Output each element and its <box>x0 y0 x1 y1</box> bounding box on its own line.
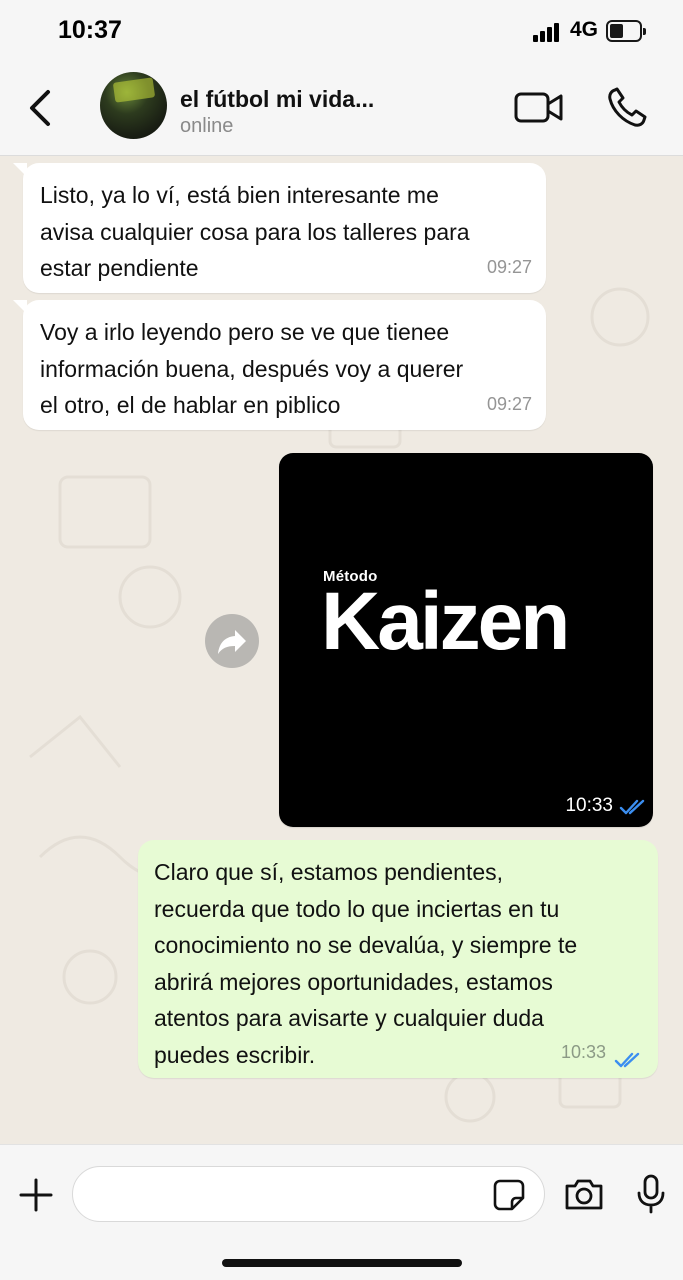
home-indicator <box>222 1259 462 1267</box>
incoming-message[interactable]: Voy a irlo leyendo pero se ve que tienee… <box>13 300 546 430</box>
cellular-signal-icon <box>533 22 563 42</box>
forward-button[interactable] <box>205 614 259 668</box>
camera-button[interactable] <box>563 1176 605 1212</box>
message-time: 10:33 <box>565 795 613 816</box>
video-call-button[interactable] <box>513 88 565 128</box>
back-button[interactable] <box>22 84 62 132</box>
message-input[interactable] <box>72 1166 545 1222</box>
voice-call-button[interactable] <box>605 86 649 130</box>
microphone-icon <box>637 1174 665 1214</box>
sticker-button[interactable] <box>492 1178 526 1212</box>
message-text: Listo, ya lo ví, está bien interesante m… <box>40 182 470 281</box>
incoming-message[interactable]: Listo, ya lo ví, está bien interesante m… <box>13 163 546 293</box>
message-time: 09:27 <box>486 256 532 277</box>
outgoing-message[interactable]: Claro que sí, estamos pendientes, recuer… <box>138 840 658 1078</box>
contact-avatar[interactable] <box>100 72 167 139</box>
network-type: 4G <box>570 18 599 41</box>
image-caption-title: Kaizen <box>321 576 570 667</box>
message-text: Voy a irlo leyendo pero se ve que tienee… <box>40 319 464 418</box>
sticker-icon <box>493 1179 525 1211</box>
attach-button[interactable] <box>18 1177 54 1213</box>
message-time: 10:33 <box>560 1041 606 1062</box>
forward-arrow-icon <box>218 630 246 654</box>
contact-name[interactable]: el fútbol mi vida... <box>180 86 374 113</box>
chat-area[interactable]: Listo, ya lo ví, está bien interesante m… <box>0 157 683 1144</box>
microphone-button[interactable] <box>634 1173 668 1215</box>
phone-icon <box>608 87 647 127</box>
status-bar: 10:37 4G <box>0 0 683 62</box>
input-bar <box>0 1144 683 1280</box>
image-message[interactable]: Método Kaizen 10:33 <box>279 453 653 827</box>
battery-icon <box>606 20 646 42</box>
read-ticks-icon <box>614 1052 640 1068</box>
contact-status: online <box>180 115 234 137</box>
message-time: 09:27 <box>486 393 532 414</box>
plus-icon <box>19 1178 53 1212</box>
camera-icon <box>565 1179 603 1210</box>
video-camera-icon <box>514 92 563 123</box>
status-time: 10:37 <box>58 16 122 44</box>
read-ticks-icon <box>619 799 645 815</box>
chevron-left-icon <box>30 90 50 126</box>
chat-header: el fútbol mi vida... online <box>0 62 683 156</box>
